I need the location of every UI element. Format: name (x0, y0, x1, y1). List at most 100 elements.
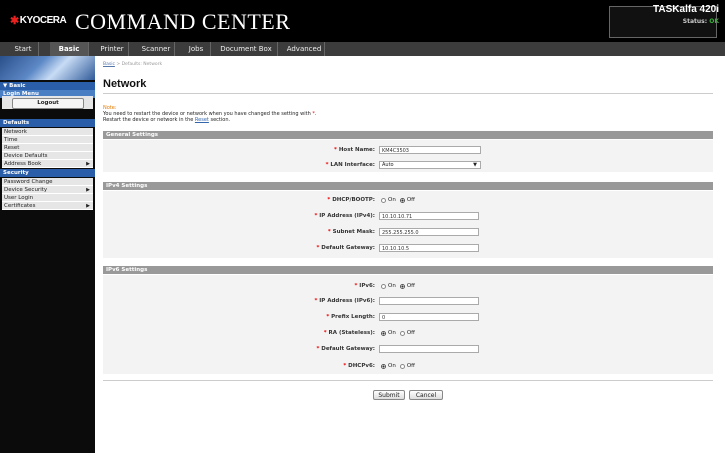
reset-link[interactable]: Reset (195, 117, 209, 123)
ipv6-gateway-input[interactable] (379, 345, 479, 353)
radio-unchecked-icon (381, 283, 386, 289)
dhcp-bootp-radios: On Off (381, 196, 415, 204)
radio-label: Off (406, 197, 415, 203)
ipv6-on-radio[interactable]: On (381, 283, 396, 289)
dhcpv6-off-radio[interactable]: Off (399, 363, 415, 369)
subnet-mask-label-text: Subnet Mask: (332, 229, 375, 235)
sidebar-item-reset[interactable]: Reset (2, 144, 93, 152)
breadcrumb-basic-link[interactable]: Basic (103, 62, 115, 67)
ipv6-gateway-label: * Default Gateway: (316, 346, 375, 352)
ipv6-address-label-text: IP Address (IPv6): (319, 298, 375, 304)
submit-button[interactable]: Submit (373, 390, 405, 400)
logout-button[interactable]: Logout (12, 98, 84, 109)
sidebar-item-user-login[interactable]: User Login (2, 194, 93, 202)
note-line1-end: . (314, 111, 317, 117)
dhcpv6-radios: On Off (381, 362, 415, 370)
ra-stateless-off-radio[interactable]: Off (399, 330, 415, 336)
cancel-button[interactable]: Cancel (409, 390, 443, 400)
ra-stateless-on-radio[interactable]: On (381, 330, 396, 336)
ipv4-address-label: * IP Address (IPv4): (314, 213, 375, 219)
dhcp-bootp-label: * DHCP/BOOTP: (327, 197, 375, 203)
required-star: * (314, 213, 318, 219)
ipv4-gateway-label-text: Default Gateway: (321, 245, 375, 251)
ipv4-address-input[interactable]: 10.10.10.71 (379, 212, 479, 220)
sidebar-item-device-defaults[interactable]: Device Defaults (2, 152, 93, 160)
sidebar-item-certificates[interactable]: Certificates ▶ (2, 202, 93, 210)
sidebar-item-network[interactable]: Network (2, 128, 93, 136)
ipv4-gateway-input[interactable]: 10.10.10.5 (379, 244, 479, 252)
lan-interface-value: Auto (382, 162, 394, 168)
lan-interface-label-text: LAN Interface: (330, 162, 375, 168)
logo-mark-icon: ✱ (10, 15, 19, 27)
tab-printer[interactable]: Printer (96, 42, 129, 56)
dhcp-bootp-on-radio[interactable]: On (381, 197, 396, 203)
sidebar-item-label: Address Book (4, 161, 42, 167)
logout-area: Logout (2, 96, 93, 109)
restart-note: Note: You need to restart the device or … (103, 105, 316, 123)
ipv6-off-radio[interactable]: Off (399, 283, 415, 289)
required-star: * (316, 346, 320, 352)
tab-basic[interactable]: Basic (50, 42, 89, 56)
dhcp-bootp-label-text: DHCP/BOOTP: (332, 197, 375, 203)
required-star: * (326, 314, 330, 320)
radio-label: On (388, 197, 396, 203)
sidebar-banner-image (0, 56, 95, 80)
sidebar: ▼ Basic Login Menu Logout Defaults Netwo… (0, 56, 95, 453)
tab-jobs[interactable]: Jobs (182, 42, 211, 56)
dhcpv6-on-radio[interactable]: On (381, 363, 396, 369)
dhcpv6-label-text: DHCPv6: (348, 363, 375, 369)
device-status: Status: OK (683, 18, 719, 25)
note-line2: Restart the device or network in the (103, 117, 195, 123)
ipv6-radios: On Off (381, 282, 415, 290)
dropdown-arrow-icon: ▼ (473, 162, 477, 168)
ipv6-address-input[interactable] (379, 297, 479, 305)
required-star: * (323, 330, 327, 336)
page-title: Network (103, 78, 147, 90)
radio-label: On (388, 363, 396, 369)
tab-scanner[interactable]: Scanner (138, 42, 175, 56)
sidebar-basic-header[interactable]: ▼ Basic (0, 82, 95, 90)
form-bottom-divider (103, 380, 713, 381)
submenu-arrow-icon: ▶ (86, 187, 90, 193)
required-star: * (334, 147, 337, 153)
ra-stateless-label: * RA (Stateless): (324, 330, 375, 336)
required-star: * (316, 245, 320, 251)
subnet-mask-input[interactable]: 255.255.255.0 (379, 228, 479, 236)
lan-interface-label: * LAN Interface: (326, 162, 375, 168)
sidebar-item-label: Device Security (4, 187, 48, 193)
host-name-label: * Host Name: (334, 147, 375, 153)
breadcrumb: Basic > Defaults: Network (103, 62, 162, 67)
general-settings-header: General Settings (103, 131, 713, 139)
radio-label: Off (406, 283, 415, 289)
sidebar-item-label: Certificates (4, 203, 36, 209)
sidebar-item-time[interactable]: Time (2, 136, 93, 144)
required-star: * (314, 298, 318, 304)
prefix-length-input[interactable]: 0 (379, 313, 479, 321)
required-star: * (354, 283, 358, 289)
title-divider (103, 93, 713, 94)
tab-advanced[interactable]: Advanced (284, 42, 325, 56)
sidebar-item-password-change[interactable]: Password Change (2, 178, 93, 186)
tab-start[interactable]: Start (8, 42, 39, 56)
sidebar-item-device-security[interactable]: Device Security ▶ (2, 186, 93, 194)
app-title: COMMAND CENTER (75, 9, 291, 34)
radio-label: On (388, 283, 396, 289)
radio-label: Off (406, 363, 415, 369)
sidebar-security-header: Security (0, 169, 95, 177)
sidebar-item-address-book[interactable]: Address Book ▶ (2, 160, 93, 168)
tab-document-box[interactable]: Document Box (215, 42, 278, 56)
lan-interface-select[interactable]: Auto ▼ (379, 161, 481, 169)
logo-text: KYOCERA (19, 15, 67, 26)
ipv4-gateway-label: * Default Gateway: (316, 245, 375, 251)
dhcp-bootp-off-radio[interactable]: Off (399, 197, 415, 203)
ipv6-toggle-label: * IPv6: (354, 283, 375, 289)
status-label: Status: (682, 18, 708, 25)
host-name-input[interactable]: KM4C3503 (379, 146, 481, 154)
status-value: OK (709, 18, 719, 25)
radio-label: On (388, 330, 396, 336)
sidebar-defaults-header: Defaults (0, 119, 95, 127)
radio-unchecked-icon (399, 363, 405, 369)
radio-checked-icon (381, 330, 386, 336)
ipv6-settings-header: IPv6 Settings (103, 266, 713, 274)
breadcrumb-current: Defaults: Network (121, 62, 163, 67)
